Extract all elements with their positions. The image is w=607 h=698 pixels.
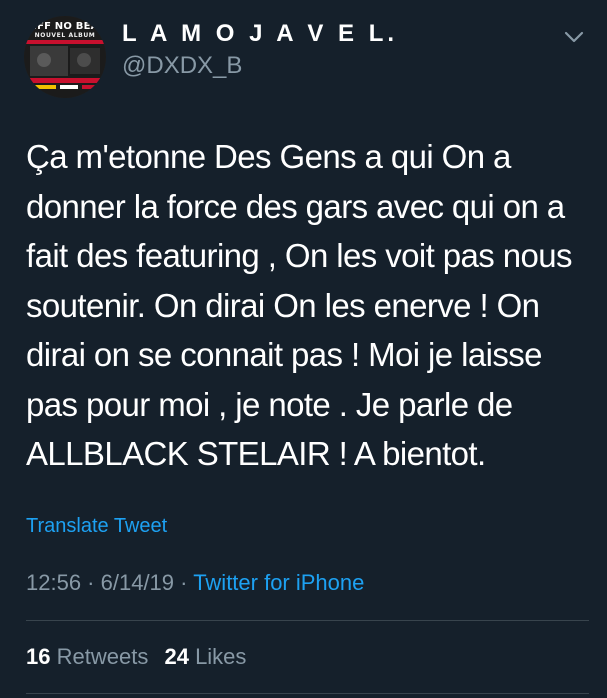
tweet-text-line: donner la force des gars avec qui on a bbox=[26, 187, 565, 225]
author-display-name[interactable]: L A M O J A V E L. bbox=[122, 20, 398, 48]
tweet-text: Ça m'etonne Des Gens a qui On a donner l… bbox=[26, 132, 591, 479]
avatar[interactable]: AIFF NO BEAT NOUVEL ALBUM bbox=[24, 16, 106, 98]
avatar-title: AIFF NO BEAT bbox=[25, 21, 105, 32]
tweet-text-line: ALLBLACK STELAIR ! A bientot. bbox=[26, 435, 486, 472]
tweet-header: AIFF NO BEAT NOUVEL ALBUM L A M O J A V … bbox=[24, 16, 594, 98]
tweet-text-line: dirai on se connait pas ! Moi je laisse bbox=[26, 336, 542, 373]
likes-label: Likes bbox=[195, 644, 247, 669]
author-handle[interactable]: @DXDX_B bbox=[122, 52, 398, 80]
meta-separator: · bbox=[81, 570, 101, 595]
tweet-text-line: fait des featuring , On les voit pas nou… bbox=[26, 237, 573, 274]
tweet-date[interactable]: 6/14/19 bbox=[101, 570, 174, 595]
tweet-meta: 12:56 · 6/14/19 · Twitter for iPhone bbox=[26, 570, 364, 596]
likes-stat[interactable]: 24 Likes bbox=[164, 644, 246, 669]
translate-tweet-link[interactable]: Translate Tweet bbox=[26, 515, 167, 538]
tweet-text-line: Ça m'etonne Des Gens a qui On a bbox=[26, 138, 511, 175]
tweet-time[interactable]: 12:56 bbox=[26, 570, 81, 595]
tweet-text-line: pas pour moi , je note . Je parle de bbox=[26, 385, 513, 423]
author-names: L A M O J A V E L. @DXDX_B bbox=[122, 20, 398, 80]
retweets-label: Retweets bbox=[56, 644, 149, 669]
tweet-stats: 16 Retweets 24 Likes bbox=[26, 644, 246, 670]
retweets-stat[interactable]: 16 Retweets bbox=[26, 644, 148, 669]
avatar-subtitle: NOUVEL ALBUM bbox=[34, 32, 96, 39]
tweet-source-link[interactable]: Twitter for iPhone bbox=[193, 570, 364, 595]
tweet-text-line: soutenir. On dirai On les enerve ! On bbox=[26, 286, 540, 324]
likes-count: 24 bbox=[164, 644, 189, 669]
meta-separator: · bbox=[174, 570, 194, 595]
chevron-down-icon[interactable] bbox=[564, 30, 584, 44]
divider bbox=[26, 620, 589, 621]
retweets-count: 16 bbox=[26, 644, 51, 669]
divider bbox=[26, 693, 589, 694]
